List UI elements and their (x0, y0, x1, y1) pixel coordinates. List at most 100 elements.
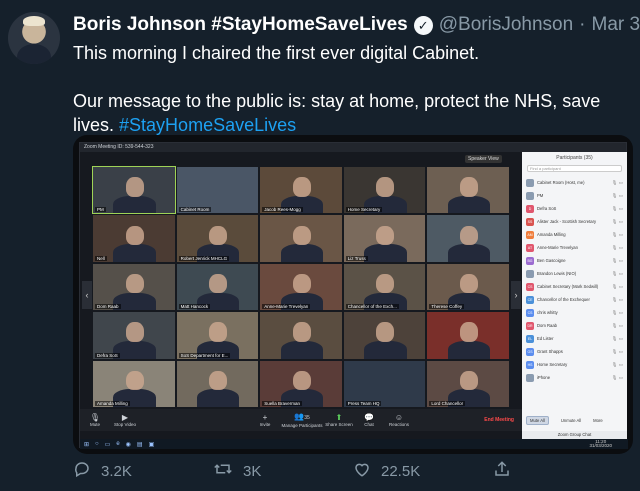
like-count: 22.5K (381, 463, 421, 480)
share-screen-icon: ⬆ (335, 413, 343, 422)
video-tile (260, 215, 342, 262)
participant-row: CS Cabinet Secretary (Mark Sedwill) 🎙 ▭ (522, 280, 627, 293)
separator-dot: · (579, 14, 586, 35)
participant-avatar: CS (526, 282, 534, 291)
chrome-icon: ◉ (125, 441, 131, 448)
zoom-window-title: Zoom Meeting ID: 539-544-323 (80, 143, 626, 152)
reactions-button: ☺ Reactions (384, 413, 414, 427)
author-avatar[interactable] (8, 12, 60, 64)
participant-name: Cabinet Room (Host, me) (537, 180, 585, 185)
participant-row: CS chris whitty 🎙 ▭ (522, 306, 627, 319)
participant-row: PM 🎙 ▭ (522, 189, 627, 202)
chat-icon: 💬 (364, 413, 374, 422)
mute-button: 🎙 Mute (80, 413, 110, 427)
participant-name: Ed Lister (537, 336, 554, 341)
mic-camera-status-icon: 🎙 ▭ (611, 374, 623, 380)
participant-row: BG Ben Gascoigne 🎙 ▭ (522, 254, 627, 267)
speaker-view-button: Speaker View (465, 155, 502, 163)
mic-camera-status-icon: 🎙 ▭ (611, 205, 623, 211)
video-tile (427, 312, 509, 359)
author-handle[interactable]: @BorisJohnson (439, 14, 573, 36)
participant-name: Amanda Milling (537, 232, 566, 237)
zoom-toolbar: 🎙 Mute ▶ Stop Video + Invite 👥35 Manage Part… (80, 409, 522, 431)
share-screen-button: ⬆ Share Screen (325, 413, 353, 427)
chat-button: 💬 Chat (354, 413, 384, 427)
zoom-group-chat: Zoom Group Chat (522, 431, 627, 439)
video-tile: Jacob Rees-Mogg (260, 167, 342, 214)
invite-icon: + (262, 413, 268, 422)
tile-label: Lord Chancellor (429, 401, 466, 406)
tile-label: Therese Coffey (429, 304, 465, 310)
participant-row: AT Anne-Marie Trevelyan 🎙 ▭ (522, 241, 627, 254)
heart-icon (353, 460, 371, 483)
participants-panel: Participants (35) Find a participant Cab… (522, 152, 627, 431)
participants-footer: Mute All Unmute All More (526, 416, 603, 425)
participant-avatar: GS (526, 347, 534, 356)
mic-camera-status-icon: 🎙 ▭ (611, 270, 623, 276)
participant-avatar: AT (526, 243, 534, 252)
tweet-text: This morning I chaired the first ever di… (73, 41, 633, 137)
tile-label: Dom Raab (95, 304, 121, 310)
mic-camera-status-icon: 🎙 ▭ (611, 192, 623, 198)
hashtag-link[interactable]: #StayHomeSaveLives (119, 115, 296, 135)
tweet-header: Boris Johnson #StayHomeSaveLives ✓ @Bori… (73, 14, 640, 36)
mic-camera-status-icon: 🎙 ▭ (611, 244, 623, 250)
mic-camera-status-icon: 🎙 ▭ (611, 322, 623, 328)
participant-avatar (526, 178, 534, 187)
search-icon: ○ (95, 441, 99, 447)
video-tile: Cabinet Room (176, 167, 259, 214)
retweet-icon (213, 460, 233, 483)
participant-name: Ben Gascoigne (537, 258, 566, 263)
participant-name: Cabinet Secretary (Mark Sedwill) (537, 284, 599, 289)
video-tile: Suella Braverman (260, 360, 342, 407)
mic-camera-status-icon: 🎙 ▭ (611, 335, 623, 341)
participants-list: Cabinet Room (Host, me) 🎙 ▭ PM 🎙 ▭ D Defra So… (522, 176, 627, 384)
edge-icon: e (116, 441, 120, 447)
retweet-button[interactable]: 3K (213, 460, 353, 483)
tile-label: Cabinet Room (178, 207, 212, 213)
prev-page-arrow-icon: ‹ (82, 281, 92, 309)
participant-name: Anne-Marie Trevelyan (537, 245, 578, 250)
author-name[interactable]: Boris Johnson #StayHomeSaveLives (73, 14, 408, 36)
share-button[interactable] (493, 460, 633, 483)
video-tile: Anne-Marie Trevelyan (260, 263, 342, 311)
video-tile (427, 215, 509, 262)
task-view-icon: ▭ (104, 441, 111, 448)
video-tile: Liz Truss (343, 215, 426, 262)
participant-row: Brandon Lewis (NIO) 🎙 ▭ (522, 267, 627, 280)
participant-row: AM Amanda Milling 🎙 ▭ (522, 228, 627, 241)
reply-count: 3.2K (101, 463, 132, 480)
participant-name: Home Secretary (537, 362, 568, 367)
explorer-icon: ▤ (136, 441, 143, 448)
tile-label: Suella Braverman (262, 401, 302, 406)
retweet-count: 3K (243, 463, 262, 480)
tile-label: Nell (95, 255, 107, 261)
participant-row: iPhone 🎙 ▭ (522, 371, 627, 384)
participant-avatar (526, 191, 534, 200)
like-button[interactable]: 22.5K (353, 460, 493, 483)
participant-avatar (526, 373, 534, 382)
participant-avatar: CE (526, 295, 534, 304)
video-tile (176, 360, 259, 407)
mic-camera-status-icon: 🎙 ▭ (611, 257, 623, 263)
participants-title: Participants (35) (556, 155, 593, 161)
participant-name: Alister Jack - Scottish Secretary (537, 219, 597, 224)
tweet-media-image[interactable]: Zoom Meeting ID: 539-544-323 Speaker Vie… (73, 135, 633, 454)
reply-button[interactable]: 3.2K (73, 460, 213, 483)
participant-avatar: BG (526, 256, 534, 265)
participant-name: iPhone (537, 375, 551, 380)
participant-row: DR Dom Raab 🎙 ▭ (522, 319, 627, 332)
participant-avatar: D (526, 204, 534, 213)
participants-icon: 👥35 (294, 412, 310, 421)
participant-name: Dom Raab (537, 323, 558, 328)
mic-camera-status-icon: 🎙 ▭ (611, 348, 623, 354)
reply-icon (73, 460, 91, 483)
video-tile: Nell (93, 215, 175, 262)
participant-row: EL Ed Lister 🎙 ▭ (522, 332, 627, 345)
participant-avatar: EL (526, 334, 534, 343)
video-tile: PM (92, 165, 176, 215)
manage-participants-button: 👥35 Manage Participants (281, 412, 323, 428)
video-tile: Defra SoS (93, 312, 175, 359)
tweet-date[interactable]: Mar 31 (592, 14, 640, 36)
end-meeting-button: End Meeting (484, 417, 514, 423)
